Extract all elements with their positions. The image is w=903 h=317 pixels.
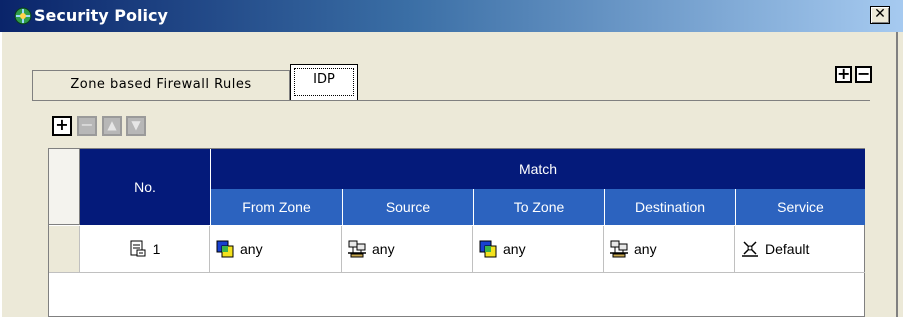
expand-all-button[interactable]: + — [835, 66, 852, 83]
security-policy-app-icon — [14, 7, 32, 25]
plus-icon: + — [837, 64, 851, 83]
service-icon — [742, 241, 758, 257]
window-left-edge — [0, 32, 2, 317]
column-group-label: Match — [518, 161, 558, 177]
window-title: Security Policy — [34, 6, 168, 25]
table-cell-no[interactable]: 1 — [80, 226, 210, 272]
close-button[interactable]: ✕ — [870, 6, 890, 24]
title-bar: Security Policy ✕ — [0, 0, 903, 32]
column-header-destination[interactable]: Destination — [604, 189, 735, 225]
service-value: Default — [765, 241, 810, 257]
remove-rule-button[interactable]: − — [77, 116, 97, 136]
table-cell-from-zone[interactable]: any — [210, 226, 342, 272]
table-cell-destination[interactable]: any — [604, 226, 735, 272]
tab-focus-outline: IDP — [294, 68, 354, 96]
minus-icon: − — [857, 64, 871, 83]
column-header-label: No. — [134, 179, 156, 195]
minus-icon: − — [80, 115, 94, 134]
row-selector-header — [49, 149, 80, 225]
move-up-button[interactable]: ▲ — [102, 116, 122, 136]
column-header-no[interactable]: No. — [80, 149, 210, 225]
add-rule-button[interactable]: + — [52, 116, 72, 136]
row-divider — [80, 272, 865, 273]
move-down-button[interactable]: ▼ — [126, 116, 146, 136]
column-header-service[interactable]: Service — [735, 189, 865, 225]
policy-table: No. Match From Zone Source To Zone Desti… — [48, 148, 865, 317]
close-icon: ✕ — [874, 6, 886, 22]
from-zone-value: any — [240, 241, 263, 257]
network-hosts-icon — [610, 240, 628, 258]
window-right-edge — [896, 32, 898, 317]
tab-separator — [32, 100, 870, 101]
rule-number: 1 — [152, 241, 161, 257]
column-header-label: Source — [385, 199, 431, 215]
column-header-label: Service — [777, 199, 824, 215]
plus-icon: + — [55, 115, 69, 134]
tab-idp[interactable]: IDP — [290, 64, 358, 100]
to-zone-value: any — [503, 241, 526, 257]
tab-label: Zone based Firewall Rules — [70, 77, 252, 92]
zone-icon — [216, 240, 234, 258]
column-header-label: Destination — [634, 199, 706, 215]
tab-zone-based-firewall-rules[interactable]: Zone based Firewall Rules — [32, 70, 290, 100]
column-header-label: To Zone — [513, 199, 565, 215]
column-header-to-zone[interactable]: To Zone — [473, 189, 604, 225]
table-cell-to-zone[interactable]: any — [473, 226, 604, 272]
arrow-up-icon: ▲ — [107, 118, 117, 132]
policy-rule-icon — [130, 240, 146, 257]
column-group-header-match: Match — [211, 149, 865, 189]
column-header-from-zone[interactable]: From Zone — [210, 189, 342, 225]
network-hosts-icon — [348, 240, 366, 258]
column-header-label: From Zone — [242, 199, 311, 215]
tab-label: IDP — [313, 72, 335, 87]
destination-value: any — [634, 241, 657, 257]
zone-icon — [479, 240, 497, 258]
source-value: any — [372, 241, 395, 257]
collapse-all-button[interactable]: − — [855, 66, 872, 83]
table-cell-service[interactable]: Default — [735, 226, 865, 272]
column-header-source[interactable]: Source — [342, 189, 473, 225]
arrow-down-icon: ▼ — [131, 118, 141, 132]
table-cell-source[interactable]: any — [342, 226, 473, 272]
row-selector[interactable] — [49, 226, 80, 273]
